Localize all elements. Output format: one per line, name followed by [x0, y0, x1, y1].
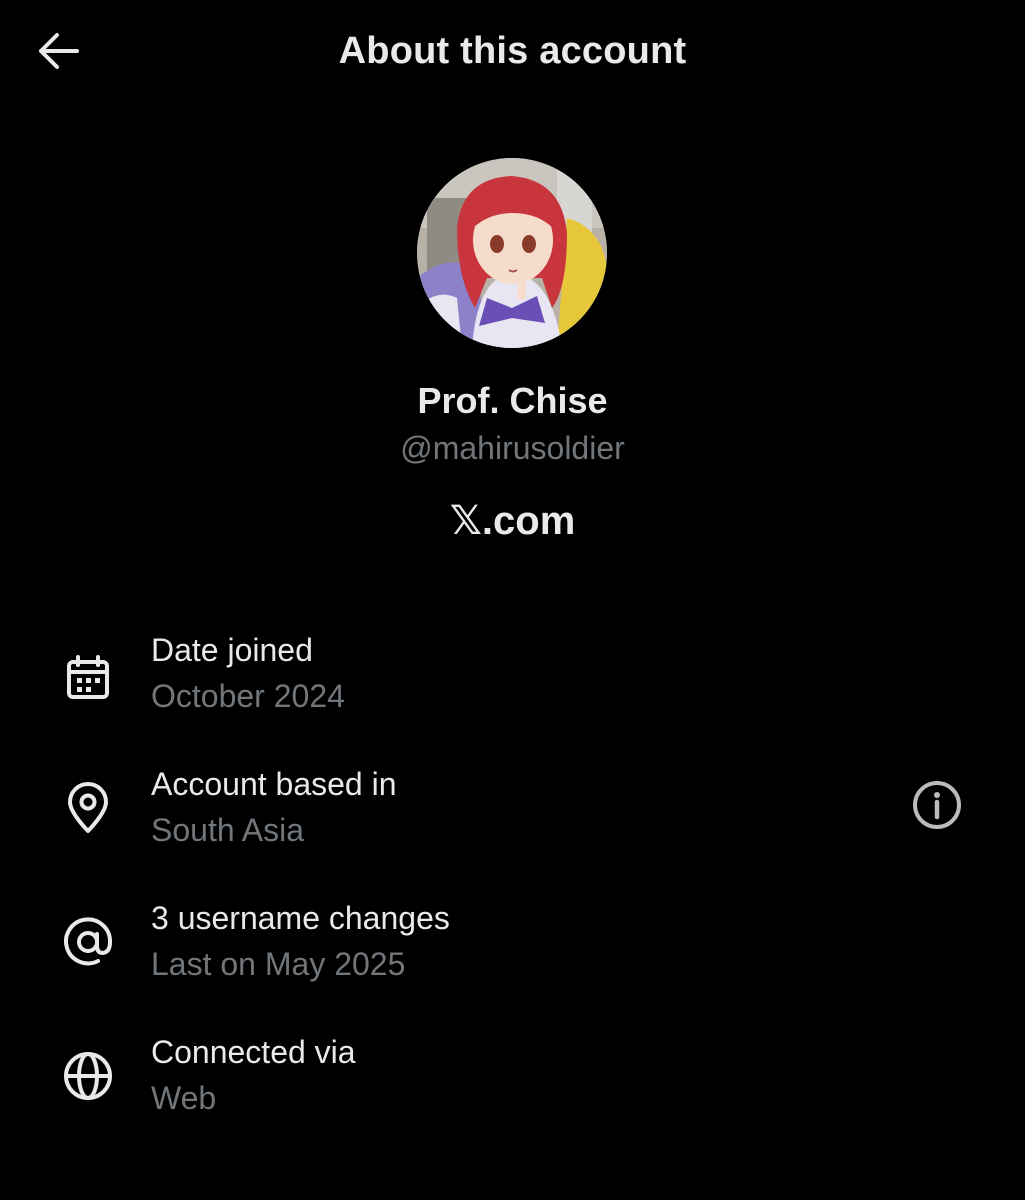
- calendar-icon: [56, 646, 120, 710]
- detail-value: Last on May 2025: [151, 946, 406, 982]
- info-button[interactable]: [908, 778, 966, 836]
- detail-value: October 2024: [151, 678, 345, 714]
- detail-row-account-based-in: Account based in South Asia: [0, 762, 1025, 872]
- detail-row-connected-via: Connected via Web: [0, 1030, 1025, 1140]
- detail-title: Account based in: [151, 766, 397, 802]
- username-handle: @mahirusoldier: [400, 430, 625, 466]
- detail-title: Date joined: [151, 632, 313, 668]
- display-name: Prof. Chise: [417, 380, 608, 421]
- at-sign-icon: [56, 910, 120, 974]
- detail-row-date-joined: Date joined October 2024: [0, 628, 1025, 738]
- avatar-image: [417, 158, 607, 348]
- detail-value: Web: [151, 1080, 217, 1116]
- avatar[interactable]: [417, 158, 607, 348]
- header: About this account: [0, 0, 1025, 110]
- location-pin-icon: [56, 776, 120, 840]
- info-icon: [912, 780, 962, 835]
- detail-value: South Asia: [151, 812, 304, 848]
- detail-row-username-changes: 3 username changes Last on May 2025: [0, 896, 1025, 1006]
- about-account-page: About this account Prof. Chise @mahiruso…: [0, 0, 1025, 1200]
- detail-title: 3 username changes: [151, 900, 450, 936]
- globe-icon: [56, 1044, 120, 1108]
- detail-title: Connected via: [151, 1034, 356, 1070]
- page-title: About this account: [338, 30, 687, 72]
- site-label: 𝕏.com: [449, 499, 576, 543]
